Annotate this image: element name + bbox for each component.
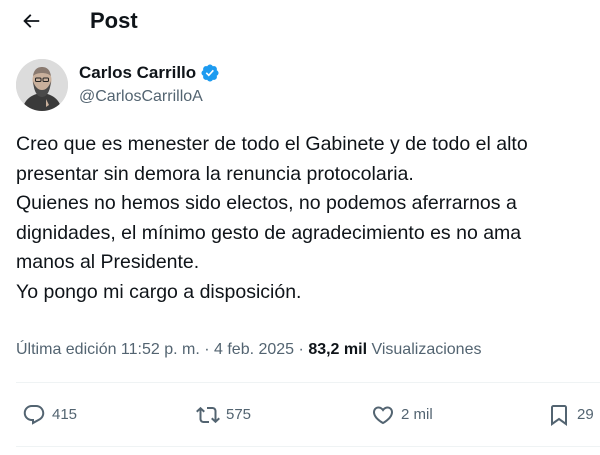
post-text: Creo que es menester de todo el Gabinete… [16,130,600,307]
page-title: Post [90,8,138,33]
like-button[interactable]: 2 mil [371,396,433,434]
meta-separator: · [298,341,304,358]
reply-count: 415 [52,406,78,423]
verified-badge-icon [201,64,219,82]
reply-icon [23,405,45,425]
post-text-line: dignidades, el mínimo gesto de agradecim… [16,221,522,244]
reply-button[interactable]: 415 [22,396,77,434]
edited-timestamp[interactable]: Última edición 11:52 p. m. · 4 feb. 2025 [16,341,294,358]
heart-icon [372,406,394,425]
repost-icon [196,406,220,424]
repost-count: 575 [226,406,252,423]
post-page: Post Carlos Carrillo @CarlosCarrilloA Cr… [0,0,600,455]
like-count: 2 mil [401,406,433,423]
post-text-line: manos al Presidente. [16,251,200,273]
views-count: 83,2 mil [308,341,368,358]
author-name[interactable]: Carlos Carrillo [79,62,196,84]
post-text-line: Quienes no hemos sido electos, no podemo… [16,192,517,214]
avatar[interactable] [16,59,68,111]
post-meta: Última edición 11:52 p. m. · 4 feb. 2025… [16,338,600,362]
post-author: Carlos Carrillo @CarlosCarrilloA [16,59,576,113]
divider [16,446,600,447]
arrow-left-icon [23,14,40,28]
bookmark-button[interactable]: 29 [547,396,594,434]
views-label[interactable]: Visualizaciones [371,341,481,358]
back-button[interactable] [14,6,48,36]
avatar-image [16,59,68,111]
divider [16,382,600,383]
post-text-line: Creo que es menester de todo el Gabinete… [16,133,528,155]
author-handle[interactable]: @CarlosCarrilloA [79,87,203,107]
repost-button[interactable]: 575 [196,396,251,434]
post-text-line: Yo pongo mi cargo a disposición. [16,280,302,303]
post-actions: 415 575 2 mil 29 [0,396,600,434]
author-name-row: Carlos Carrillo [79,62,220,84]
post-header: Post [0,0,600,44]
bookmark-icon [551,405,567,426]
post-text-line: presentar sin demora la renuncia protoco… [16,162,414,185]
bookmark-count: 29 [577,406,594,423]
